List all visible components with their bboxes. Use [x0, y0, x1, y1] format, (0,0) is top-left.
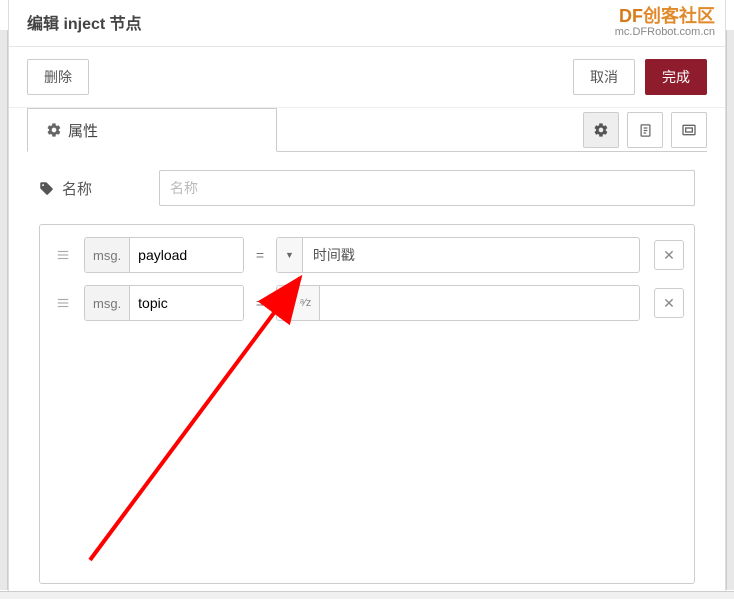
name-row: 名称: [39, 170, 695, 206]
tag-icon: [39, 181, 54, 196]
gear-icon: [593, 122, 609, 138]
value-type-dropdown[interactable]: ▼ ᵃ⁄z: [277, 286, 320, 320]
docs-icon-button[interactable]: [627, 112, 663, 148]
value-input[interactable]: ▼ ᵃ⁄z: [276, 285, 640, 321]
property-field[interactable]: [130, 238, 243, 272]
form-body: 名称 msg. = ▼ 时间戳: [9, 152, 725, 602]
equals-sign: =: [252, 247, 268, 263]
drag-handle-icon[interactable]: [50, 290, 76, 316]
tabs-bar: 属性: [9, 108, 725, 152]
property-field[interactable]: [130, 286, 243, 320]
tab-label: 属性: [68, 120, 98, 141]
value-type-dropdown[interactable]: ▼: [277, 238, 303, 272]
value-field[interactable]: [320, 286, 639, 320]
delete-button[interactable]: 删除: [27, 59, 89, 95]
drag-handle-icon[interactable]: [50, 242, 76, 268]
properties-icon-button[interactable]: [583, 112, 619, 148]
caret-down-icon: ▼: [285, 298, 294, 308]
close-icon: ✕: [663, 247, 675, 264]
frame-icon: [681, 122, 697, 138]
panel-title: 编辑 inject 节点: [27, 10, 707, 34]
cancel-button[interactable]: 取消: [573, 59, 635, 95]
string-type-icon: ᵃ⁄z: [300, 297, 311, 309]
list-item: msg. = ▼ ᵃ⁄z ✕: [46, 279, 688, 327]
tab-properties[interactable]: 属性: [27, 108, 277, 152]
list-item: msg. = ▼ 时间戳 ✕: [46, 231, 688, 279]
appearance-icon-button[interactable]: [671, 112, 707, 148]
property-input[interactable]: msg.: [84, 237, 244, 273]
edit-panel: DF创客社区 mc.DFRobot.com.cn 编辑 inject 节点 删除…: [8, 0, 726, 591]
msg-prefix: msg.: [85, 286, 130, 320]
caret-down-icon: ▼: [285, 250, 294, 260]
value-input[interactable]: ▼ 时间戳: [276, 237, 640, 273]
gear-icon: [46, 122, 62, 138]
done-button[interactable]: 完成: [645, 59, 707, 95]
document-icon: [638, 123, 653, 138]
panel-header: 编辑 inject 节点: [9, 0, 725, 47]
name-input[interactable]: [159, 170, 695, 206]
name-label: 名称: [39, 178, 159, 199]
value-type-label: 时间戳: [303, 238, 639, 272]
property-input[interactable]: msg.: [84, 285, 244, 321]
close-icon: ✕: [663, 295, 675, 312]
equals-sign: =: [252, 295, 268, 311]
delete-row-button[interactable]: ✕: [654, 288, 684, 318]
msg-prefix: msg.: [85, 238, 130, 272]
delete-row-button[interactable]: ✕: [654, 240, 684, 270]
property-list: msg. = ▼ 时间戳 ✕ msg.: [39, 224, 695, 584]
action-bar: 删除 取消 完成: [9, 47, 725, 108]
